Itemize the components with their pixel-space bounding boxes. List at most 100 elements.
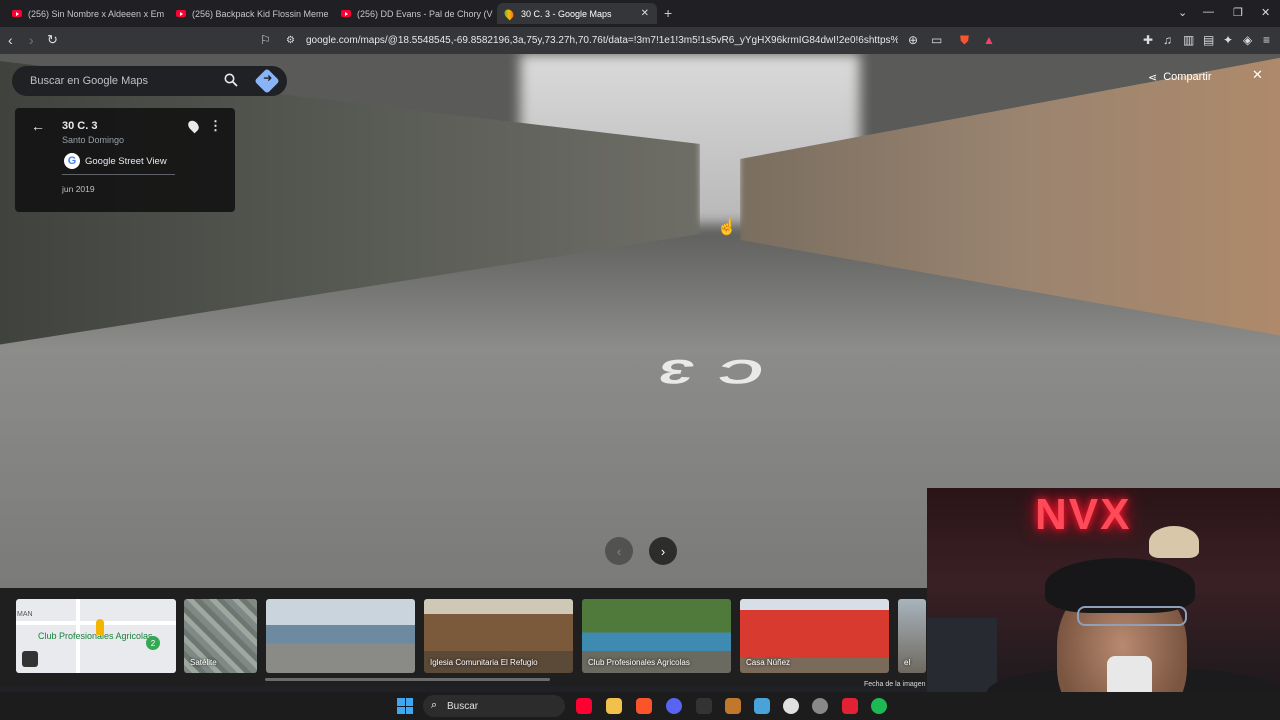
- tab-label: 30 C. 3 - Google Maps: [521, 8, 612, 19]
- zoom-icon[interactable]: ⊕: [908, 33, 918, 47]
- youtube-icon: [341, 10, 351, 17]
- app-icon[interactable]: [725, 698, 741, 714]
- divider: [62, 174, 175, 175]
- place-title: 30 C. 3: [62, 120, 98, 132]
- place-subtitle: Santo Domingo: [62, 135, 125, 145]
- close-window-icon[interactable]: ✕: [1261, 6, 1270, 19]
- media-icon[interactable]: ♫: [1163, 33, 1172, 47]
- sidebar-icon[interactable]: ▥: [1183, 33, 1194, 47]
- cast-icon[interactable]: ▭: [931, 33, 942, 47]
- previous-arrow-button[interactable]: ‹: [605, 537, 633, 565]
- reload-icon[interactable]: ↻: [47, 32, 58, 48]
- taskbar-search[interactable]: ⌕ Buscar: [423, 695, 565, 717]
- youtube-app-icon[interactable]: [576, 698, 592, 714]
- youtube-icon: [12, 10, 22, 17]
- thumbnail-caption: Iglesia Comunitaria El Refugio: [430, 658, 538, 667]
- share-label: Compartir: [1163, 71, 1212, 83]
- tab-1[interactable]: (256) Sin Nombre x Aldeeen x Empir: [4, 3, 164, 24]
- image-date-note: Fecha de la imagen: [864, 681, 926, 688]
- close-tab-icon[interactable]: ✕: [633, 8, 649, 19]
- strip-scrollbar[interactable]: [265, 678, 550, 681]
- close-icon[interactable]: ✕: [1252, 67, 1263, 83]
- location-pin-icon[interactable]: [186, 118, 201, 134]
- share-icon: ⋖: [1148, 71, 1158, 84]
- layers-icon[interactable]: [22, 651, 38, 667]
- google-logo-icon: G: [64, 153, 80, 169]
- streamer-cap: [1149, 526, 1199, 558]
- thumbnail-caption: Casa Núñez: [746, 658, 791, 667]
- leo-icon[interactable]: ✦: [1223, 33, 1233, 47]
- photo-thumbnail[interactable]: Club Profesionales Agricolas: [582, 599, 731, 673]
- thumbnail-caption: Satélite: [190, 658, 217, 667]
- restore-icon[interactable]: ❐: [1233, 6, 1243, 19]
- place-info-card: ← 30 C. 3 Santo Domingo ⋮ G Google Stree…: [15, 108, 235, 212]
- tab-list-icon[interactable]: ⌄: [1178, 6, 1187, 19]
- taskbar-search-label: Buscar: [447, 701, 479, 712]
- thumbnail-caption: Club Profesionales Agricolas: [588, 658, 690, 667]
- search-icon[interactable]: [224, 73, 238, 87]
- spotify-icon[interactable]: [871, 698, 887, 714]
- app-icon[interactable]: [696, 698, 712, 714]
- browser-tab-bar: (256) Sin Nombre x Aldeeen x Empir (256)…: [0, 0, 1280, 27]
- tab-label: (256) Sin Nombre x Aldeeen x Empir: [28, 8, 164, 19]
- hand-cursor-icon: ☝: [717, 219, 737, 236]
- streamer-glasses: [1077, 606, 1187, 626]
- obs-icon[interactable]: [783, 698, 799, 714]
- pegman-icon: [96, 619, 104, 635]
- discord-icon[interactable]: [666, 698, 682, 714]
- back-icon[interactable]: ‹: [8, 32, 13, 48]
- vpn-icon[interactable]: ◈: [1243, 33, 1252, 47]
- share-button[interactable]: ⋖ Compartir: [1148, 66, 1212, 88]
- site-settings-icon[interactable]: ⚙: [286, 35, 295, 46]
- windows-start-icon[interactable]: [397, 698, 413, 714]
- bookmark-icon[interactable]: ⚐: [260, 33, 271, 47]
- thumbnail-caption: el: [904, 658, 911, 667]
- back-arrow-icon[interactable]: ←: [31, 118, 45, 134]
- tab-2[interactable]: (256) Backpack Kid Flossin Meme Re: [168, 3, 328, 24]
- youtube-icon: [176, 10, 186, 17]
- map-edge-label: MAN: [17, 611, 33, 618]
- next-arrow-button[interactable]: ›: [649, 537, 677, 565]
- app-icon[interactable]: [842, 698, 858, 714]
- directions-icon[interactable]: [254, 68, 280, 94]
- file-explorer-icon[interactable]: [606, 698, 622, 714]
- capture-date[interactable]: jun 2019: [62, 184, 95, 194]
- app-icon[interactable]: [812, 698, 828, 714]
- menu-icon[interactable]: ≡: [1263, 33, 1270, 47]
- satellite-thumbnail[interactable]: Satélite: [184, 599, 257, 673]
- search-box[interactable]: Buscar en Google Maps: [12, 66, 287, 96]
- photo-thumbnail[interactable]: Iglesia Comunitaria El Refugio: [424, 599, 573, 673]
- map-thumbnail[interactable]: MAN Club Profesionales Agricolas 2: [16, 599, 176, 673]
- road-marking: C 3: [650, 352, 769, 391]
- streamer-hair: [1045, 558, 1195, 613]
- brave-rewards-icon[interactable]: ▲: [983, 33, 995, 47]
- new-tab-icon[interactable]: +: [664, 5, 672, 21]
- search-icon: ⌕: [431, 699, 438, 711]
- google-maps-icon: [502, 7, 516, 20]
- photo-thumbnail[interactable]: [266, 599, 415, 673]
- minimize-icon[interactable]: —: [1203, 6, 1214, 18]
- photo-thumbnail[interactable]: Casa Núñez: [740, 599, 889, 673]
- street-view-source: G Google Street View: [64, 153, 167, 169]
- tab-label: (256) DD Evans - Pal de Chory (Video: [357, 8, 493, 19]
- app-icon[interactable]: [754, 698, 770, 714]
- chevron-right-icon: ›: [660, 543, 666, 559]
- tab-3[interactable]: (256) DD Evans - Pal de Chory (Video: [333, 3, 493, 24]
- photo-thumbnail[interactable]: el: [898, 599, 926, 673]
- more-options-icon[interactable]: ⋮: [209, 118, 222, 134]
- tab-label: (256) Backpack Kid Flossin Meme Re: [192, 8, 328, 19]
- webcam-overlay: NVX: [927, 488, 1280, 720]
- brave-browser-icon[interactable]: [636, 698, 652, 714]
- tab-active-google-maps[interactable]: 30 C. 3 - Google Maps ✕: [497, 3, 657, 24]
- chevron-left-icon: ‹: [616, 543, 622, 559]
- address-bar[interactable]: google.com/maps/@18.5548545,-69.8582196,…: [306, 35, 898, 46]
- wallet-icon[interactable]: ▤: [1203, 33, 1214, 47]
- search-input[interactable]: Buscar en Google Maps: [30, 75, 148, 87]
- source-label: Google Street View: [85, 155, 167, 167]
- extensions-icon[interactable]: ✚: [1143, 33, 1153, 47]
- windows-taskbar: ⌕ Buscar: [0, 692, 1280, 720]
- forward-icon[interactable]: ›: [29, 32, 34, 48]
- map-badge: 2: [146, 636, 160, 650]
- brave-shield-icon[interactable]: ⛊: [960, 33, 969, 48]
- browser-toolbar: ‹ › ↻ ⚐ ⚙ google.com/maps/@18.5548545,-6…: [0, 27, 1280, 54]
